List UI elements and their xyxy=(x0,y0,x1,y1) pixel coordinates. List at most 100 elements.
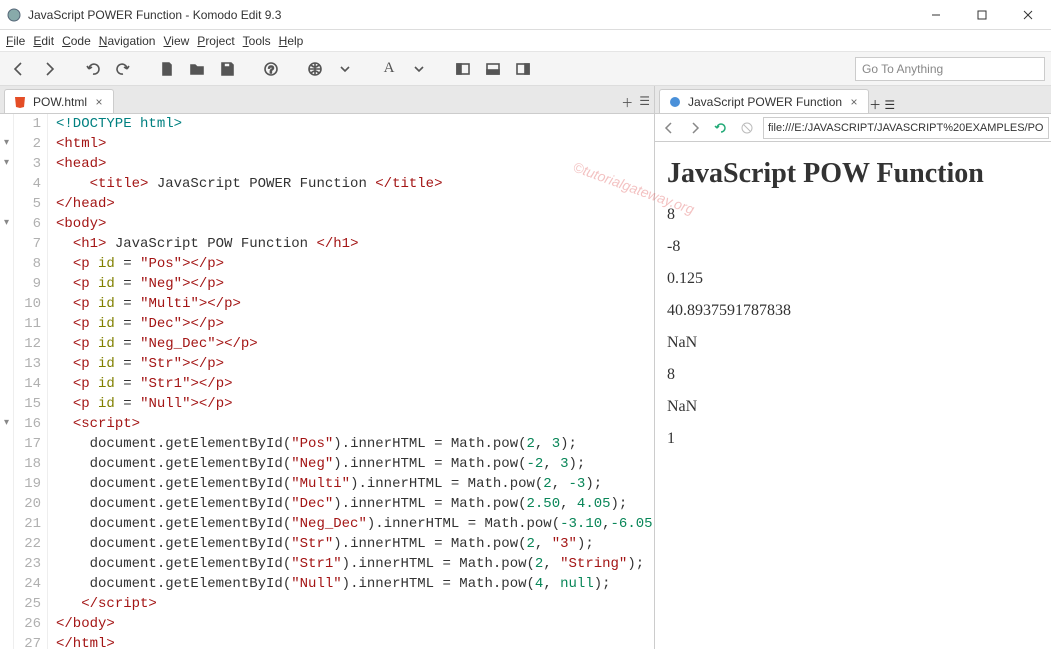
new-tab-icon[interactable]: ＋ xyxy=(621,94,633,111)
fold-marker xyxy=(0,614,13,634)
font-dropdown-icon[interactable] xyxy=(406,56,432,82)
new-browser-tab-icon[interactable]: ＋ xyxy=(869,98,881,112)
browser-nav-bar: file:///E:/JAVASCRIPT/JAVASCRIPT%20EXAMP… xyxy=(655,114,1051,142)
line-number: 10 xyxy=(14,294,41,314)
code-line[interactable]: <p id = "Null"></p> xyxy=(56,394,654,414)
browser-tab-close-icon[interactable]: × xyxy=(848,96,860,108)
fold-marker[interactable]: ▾ xyxy=(0,214,13,234)
code-line[interactable]: </body> xyxy=(56,614,654,634)
fold-marker[interactable]: ▾ xyxy=(0,134,13,154)
line-number: 3 xyxy=(14,154,41,174)
menu-view[interactable]: View xyxy=(163,34,189,48)
url-field[interactable]: file:///E:/JAVASCRIPT/JAVASCRIPT%20EXAMP… xyxy=(763,117,1049,139)
panel-left-icon[interactable] xyxy=(450,56,476,82)
globe-icon[interactable] xyxy=(302,56,328,82)
line-number: 7 xyxy=(14,234,41,254)
menu-project[interactable]: Project xyxy=(197,34,234,48)
forward-button[interactable] xyxy=(36,56,62,82)
nav-stop-icon[interactable] xyxy=(737,118,757,138)
editor-tab[interactable]: POW.html × xyxy=(4,89,114,113)
new-file-button[interactable] xyxy=(154,56,180,82)
tab-menu-icon[interactable]: ☰ xyxy=(639,94,650,111)
font-icon[interactable]: A xyxy=(376,56,402,82)
code-line[interactable]: <p id = "Multi"></p> xyxy=(56,294,654,314)
app-icon xyxy=(6,7,22,23)
line-number: 13 xyxy=(14,354,41,374)
fold-marker xyxy=(0,394,13,414)
code-line[interactable]: <html> xyxy=(56,134,654,154)
line-number: 16 xyxy=(14,414,41,434)
close-button[interactable] xyxy=(1005,0,1051,30)
fold-marker xyxy=(0,434,13,454)
browser-tab-label: JavaScript POWER Function xyxy=(688,95,842,109)
code-line[interactable]: <!DOCTYPE html> xyxy=(56,114,654,134)
code-line[interactable]: <body> xyxy=(56,214,654,234)
save-button[interactable] xyxy=(214,56,240,82)
menu-bar: File Edit Code Navigation View Project T… xyxy=(0,30,1051,52)
fold-marker xyxy=(0,554,13,574)
open-file-button[interactable] xyxy=(184,56,210,82)
code-line[interactable]: document.getElementById("Pos").innerHTML… xyxy=(56,434,654,454)
minimize-button[interactable] xyxy=(913,0,959,30)
back-button[interactable] xyxy=(6,56,32,82)
redo-button[interactable] xyxy=(110,56,136,82)
menu-help[interactable]: Help xyxy=(279,34,304,48)
code-editor[interactable]: ▾▾▾▾ 12345678910111213141516171819202122… xyxy=(0,114,654,649)
code-line[interactable]: </head> xyxy=(56,194,654,214)
browser-tab[interactable]: JavaScript POWER Function × xyxy=(659,89,869,113)
code-line[interactable]: <p id = "Str"></p> xyxy=(56,354,654,374)
help-icon[interactable]: ? xyxy=(258,56,284,82)
code-line[interactable]: </html> xyxy=(56,634,654,649)
code-line[interactable]: document.getElementById("Str").innerHTML… xyxy=(56,534,654,554)
preview-result: 8 xyxy=(667,366,1041,384)
line-number: 26 xyxy=(14,614,41,634)
line-number: 12 xyxy=(14,334,41,354)
line-number: 24 xyxy=(14,574,41,594)
fold-marker[interactable]: ▾ xyxy=(0,414,13,434)
svg-text:?: ? xyxy=(268,65,274,76)
maximize-button[interactable] xyxy=(959,0,1005,30)
menu-file[interactable]: File xyxy=(6,34,25,48)
nav-reload-icon[interactable] xyxy=(711,118,731,138)
fold-marker[interactable]: ▾ xyxy=(0,154,13,174)
panel-bottom-icon[interactable] xyxy=(480,56,506,82)
line-number: 20 xyxy=(14,494,41,514)
code-line[interactable]: <p id = "Dec"></p> xyxy=(56,314,654,334)
preview-pane: JavaScript POWER Function × ＋ ☰ file:///… xyxy=(655,86,1051,649)
line-number: 11 xyxy=(14,314,41,334)
code-line[interactable]: <p id = "Neg"></p> xyxy=(56,274,654,294)
fold-marker xyxy=(0,354,13,374)
code-line[interactable]: <script> xyxy=(56,414,654,434)
menu-edit[interactable]: Edit xyxy=(33,34,54,48)
code-line[interactable]: <head> xyxy=(56,154,654,174)
undo-button[interactable] xyxy=(80,56,106,82)
code-line[interactable]: <h1> JavaScript POW Function </h1> xyxy=(56,234,654,254)
code-line[interactable]: document.getElementById("Null").innerHTM… xyxy=(56,574,654,594)
code-line[interactable]: </script> xyxy=(56,594,654,614)
preview-result: NaN xyxy=(667,334,1041,352)
menu-navigation[interactable]: Navigation xyxy=(99,34,156,48)
dropdown-icon[interactable] xyxy=(332,56,358,82)
tab-close-icon[interactable]: × xyxy=(93,96,105,108)
goto-anything-input[interactable]: Go To Anything xyxy=(855,57,1045,81)
code-line[interactable]: document.getElementById("Multi").innerHT… xyxy=(56,474,654,494)
fold-marker xyxy=(0,254,13,274)
code-line[interactable]: <p id = "Pos"></p> xyxy=(56,254,654,274)
line-number: 17 xyxy=(14,434,41,454)
nav-forward-icon[interactable] xyxy=(685,118,705,138)
browser-tab-menu-icon[interactable]: ☰ xyxy=(884,98,895,112)
panel-right-icon[interactable] xyxy=(510,56,536,82)
code-line[interactable]: <title> JavaScript POWER Function </titl… xyxy=(56,174,654,194)
nav-back-icon[interactable] xyxy=(659,118,679,138)
code-line[interactable]: <p id = "Neg_Dec"></p> xyxy=(56,334,654,354)
fold-marker xyxy=(0,274,13,294)
toolbar: ? A Go To Anything xyxy=(0,52,1051,86)
code-line[interactable]: document.getElementById("Str1").innerHTM… xyxy=(56,554,654,574)
line-number: 5 xyxy=(14,194,41,214)
menu-code[interactable]: Code xyxy=(62,34,91,48)
menu-tools[interactable]: Tools xyxy=(243,34,271,48)
code-line[interactable]: document.getElementById("Dec").innerHTML… xyxy=(56,494,654,514)
code-line[interactable]: <p id = "Str1"></p> xyxy=(56,374,654,394)
code-line[interactable]: document.getElementById("Neg_Dec").inner… xyxy=(56,514,654,534)
code-line[interactable]: document.getElementById("Neg").innerHTML… xyxy=(56,454,654,474)
